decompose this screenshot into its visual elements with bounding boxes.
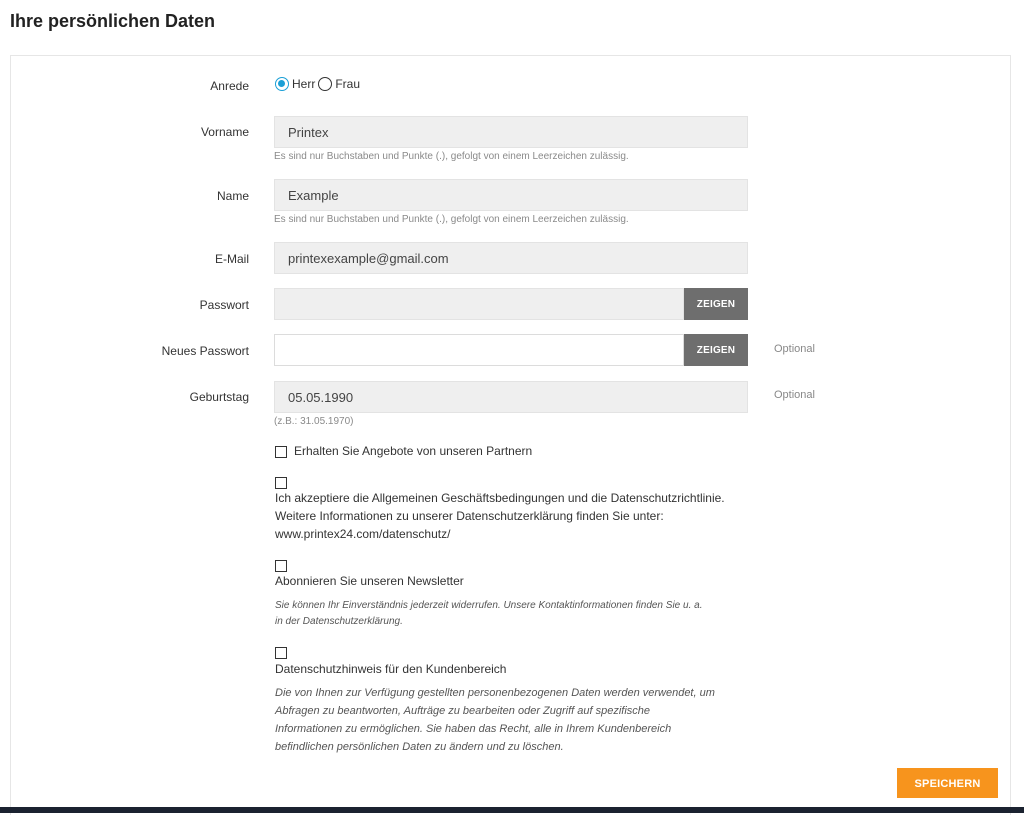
new-password-optional: Optional <box>774 343 815 355</box>
privacy-checkbox-label: Datenschutzhinweis für den Kundenbereich <box>275 662 507 676</box>
first-name-field[interactable] <box>274 116 748 148</box>
privacy-note-line-2: Abfragen zu beantworten, Aufträge zu bea… <box>275 705 651 717</box>
password-show-button[interactable]: ZEIGEN <box>684 288 748 320</box>
new-password-field[interactable] <box>274 334 684 366</box>
terms-text-line-2: Weitere Informationen zu unserer Datensc… <box>275 509 664 523</box>
salutation-radio-group: Herr Frau <box>275 77 360 91</box>
last-name-field[interactable] <box>274 179 748 211</box>
birthday-label: Geburtstag <box>189 390 249 404</box>
new-password-label: Neues Passwort <box>161 344 249 358</box>
newsletter-note-line-1: Sie können Ihr Einverständnis jederzeit … <box>275 600 703 611</box>
page-title: Ihre persönlichen Daten <box>10 11 216 31</box>
first-name-label: Vorname <box>200 125 249 139</box>
birthday-field[interactable] <box>274 381 748 413</box>
partners-checkbox-label[interactable]: Erhalten Sie Angebote von unseren Partne… <box>294 443 532 460</box>
privacy-note-line-4: befindlichen persönlichen Daten zu änder… <box>275 741 564 753</box>
privacy-note-line-3: Informationen zu ermöglichen. Sie haben … <box>275 723 672 735</box>
salutation-label: Anrede <box>210 79 249 93</box>
terms-checkbox[interactable] <box>275 477 287 489</box>
first-name-hint: Es sind nur Buchstaben und Punkte (.), g… <box>274 151 629 162</box>
newsletter-checkbox-label: Abonnieren Sie unseren Newsletter <box>275 574 464 588</box>
terms-text-line-3: www.printex24.com/datenschutz/ <box>275 527 451 541</box>
newsletter-checkbox[interactable] <box>275 560 287 572</box>
email-field[interactable] <box>274 242 748 274</box>
birthday-hint: (z.B.: 31.05.1970) <box>274 416 354 427</box>
email-label: E-Mail <box>214 252 249 266</box>
password-label: Passwort <box>199 298 249 312</box>
terms-text-line-1: Ich akzeptiere die Allgemeinen Geschäfts… <box>275 491 725 505</box>
radio-frau[interactable] <box>318 77 333 91</box>
privacy-checkbox[interactable] <box>275 647 287 659</box>
save-button[interactable]: SPEICHERN <box>897 768 998 798</box>
birthday-optional: Optional <box>774 389 815 401</box>
radio-herr[interactable] <box>275 77 289 91</box>
radio-frau-label[interactable]: Frau <box>335 77 360 91</box>
password-field[interactable] <box>274 288 684 320</box>
newsletter-note-line-2: in der Datenschutzerklärung. <box>275 616 403 627</box>
privacy-note-line-1: Die von Ihnen zur Verfügung gestellten p… <box>275 687 715 699</box>
last-name-hint: Es sind nur Buchstaben und Punkte (.), g… <box>274 214 629 225</box>
radio-herr-label[interactable]: Herr <box>292 77 315 91</box>
bottom-bar <box>0 807 1024 813</box>
new-password-show-button[interactable]: ZEIGEN <box>684 334 748 366</box>
partners-checkbox[interactable] <box>275 446 287 458</box>
last-name-label: Name <box>216 189 249 203</box>
